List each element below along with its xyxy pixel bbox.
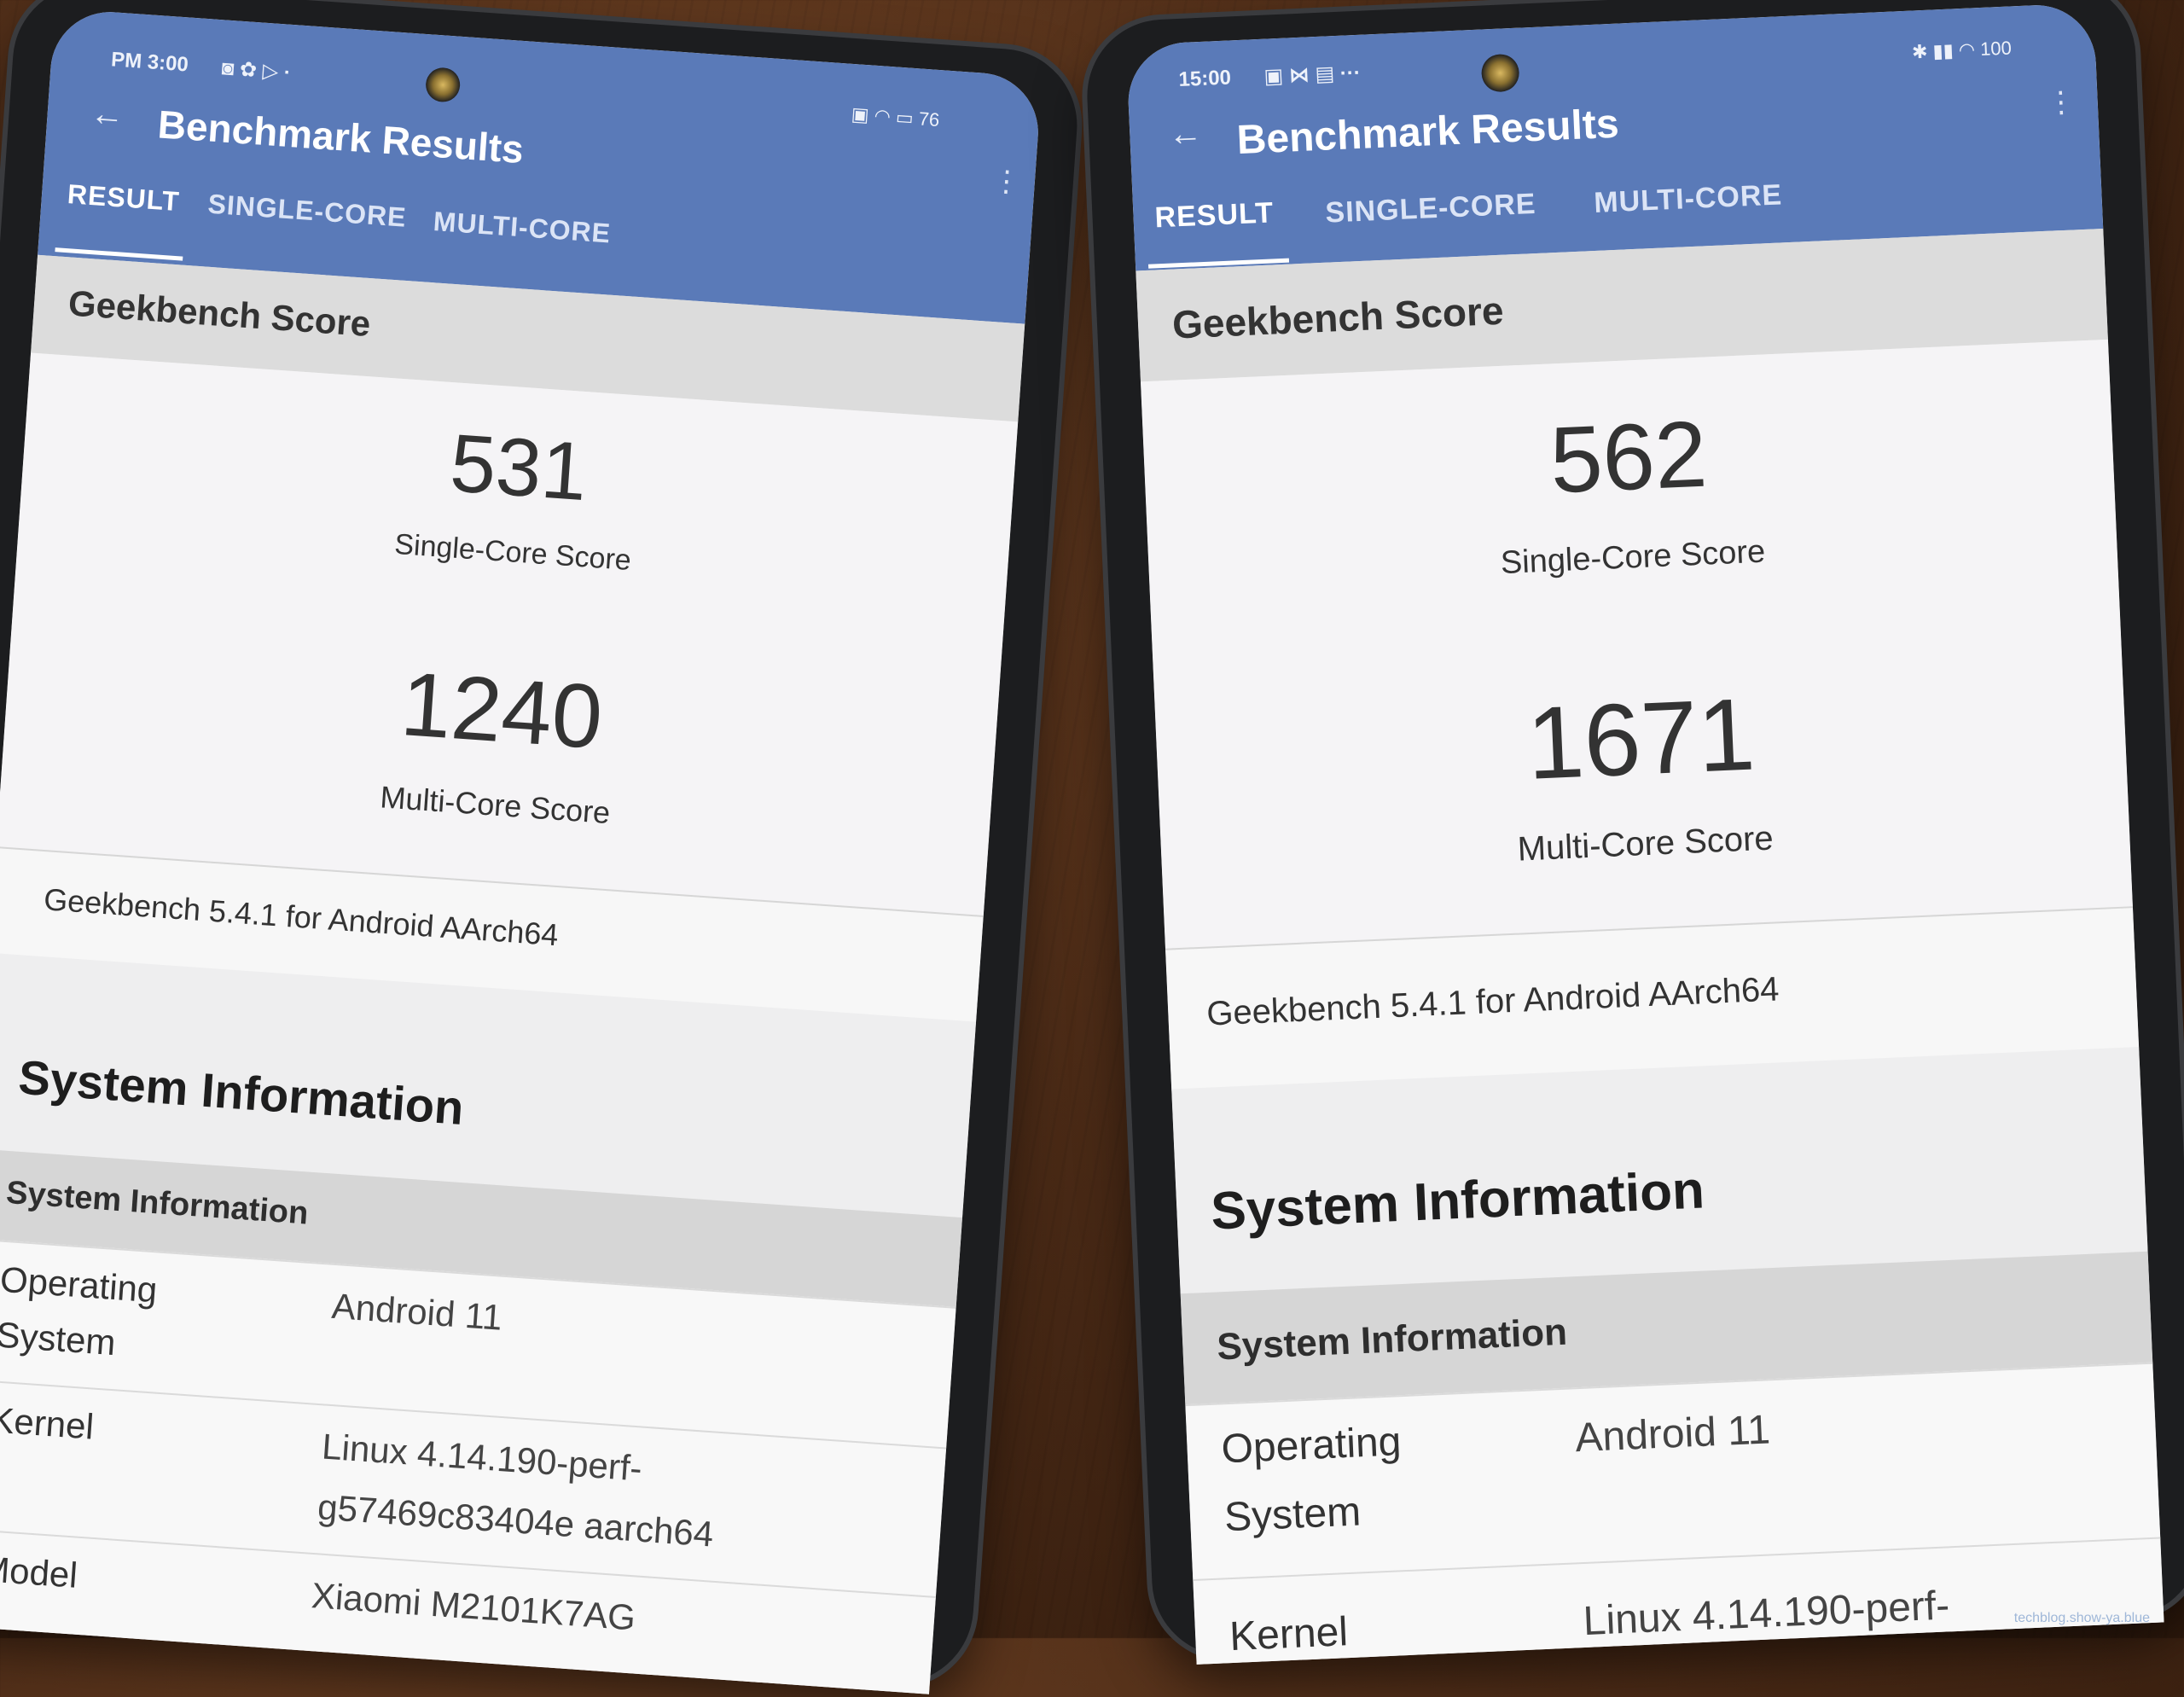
right-status-time: 15:00 (1178, 66, 1232, 92)
left-status-right: ▣ ◠ ▭ 76 (851, 102, 941, 131)
right-status-icons: ▣ ⋈ ▤ ··· (1263, 61, 1362, 89)
back-arrow-icon[interactable]: ← (89, 95, 125, 136)
system-information-block: System Information (1171, 1047, 2148, 1294)
right-battery-level: 100 (1979, 37, 2013, 61)
multi-core-label: Multi-Core Score (1516, 819, 1774, 869)
tab-multi-core[interactable]: MULTI-CORE (433, 206, 612, 249)
row-key: Model (0, 1548, 79, 1595)
overflow-menu-icon[interactable]: ⋮ (991, 164, 1023, 200)
row-key: Kernel (0, 1399, 96, 1447)
left-app-title: Benchmark Results (156, 102, 526, 172)
system-information-subheader-text: System Information (4, 1174, 310, 1232)
left-phone-screen: PM 3:00 ◙ ✿ ▷ · ▣ ◠ ▭ 76 ← Benchmark Res… (0, 8, 1043, 1694)
geekbench-version-text: Geekbench 5.4.1 for Android AArch64 (1205, 970, 1780, 1033)
tab-single-core[interactable]: SINGLE-CORE (206, 189, 408, 234)
geekbench-score-title: Geekbench Score (1170, 288, 1505, 347)
left-status-time: PM 3:00 (110, 48, 189, 77)
row-value: Linux 4.14.190-perf- (1582, 1583, 1951, 1645)
row-value: Android 11 (330, 1285, 504, 1338)
geekbench-score-title: Geekbench Score (67, 282, 372, 345)
system-information-subheader-text: System Information (1216, 1311, 1568, 1369)
score-card: 531 Single-Core Score 1240 Multi-Core Sc… (0, 352, 1019, 915)
right-status-right: ✱ ▮▮ ◠ 100 (1911, 37, 2013, 63)
row-key: Operating (0, 1258, 159, 1311)
right-app-bar: 15:00 ▣ ⋈ ▤ ··· ✱ ▮▮ ◠ 100 ← Benchmark R… (1125, 3, 2104, 271)
right-app-title: Benchmark Results (1235, 101, 1620, 164)
tab-result[interactable]: RESULT (1154, 196, 1275, 235)
row-value-line2: g57469c83404e aarch64 (316, 1486, 715, 1555)
system-information-title: System Information (1209, 1160, 1706, 1241)
row-value: Android 11 (1574, 1407, 1772, 1462)
geekbench-version-text: Geekbench 5.4.1 for Android AArch64 (43, 881, 560, 953)
tab-multi-core[interactable]: MULTI-CORE (1594, 178, 1783, 220)
multi-core-score: 1671 (1525, 677, 1757, 801)
tab-result[interactable]: RESULT (67, 178, 181, 218)
left-status-icons: ◙ ✿ ▷ · (220, 56, 292, 84)
watermark: techblog.show-ya.blue (2013, 1611, 2150, 1625)
tab-single-core[interactable]: SINGLE-CORE (1325, 188, 1537, 230)
left-front-camera (424, 67, 462, 103)
row-key: Operating (1220, 1419, 1403, 1473)
row-value: Linux 4.14.190-perf- (320, 1426, 644, 1489)
row-value: Xiaomi M2101K7AG (310, 1575, 637, 1638)
right-front-camera (1480, 53, 1520, 93)
system-information-title: System Information (16, 1049, 466, 1135)
back-arrow-icon[interactable]: ← (1167, 114, 1203, 154)
row-key-line2: System (1223, 1489, 1362, 1541)
score-card: 562 Single-Core Score 1671 Multi-Core Sc… (1140, 339, 2133, 949)
right-phone: 15:00 ▣ ⋈ ▤ ··· ✱ ▮▮ ◠ 100 ← Benchmark R… (1083, 0, 2184, 1665)
row-key: Kernel (1228, 1609, 1350, 1660)
overflow-menu-icon[interactable]: ⋮ (2046, 84, 2077, 119)
left-battery-level: 76 (917, 108, 941, 131)
single-core-score: 562 (1548, 401, 1710, 514)
right-phone-screen: 15:00 ▣ ⋈ ▤ ··· ✱ ▮▮ ◠ 100 ← Benchmark R… (1125, 3, 2164, 1665)
single-core-label: Single-Core Score (1500, 533, 1767, 582)
left-phone: PM 3:00 ◙ ✿ ▷ · ▣ ◠ ▭ 76 ← Benchmark Res… (0, 0, 1083, 1694)
row-key-line2: System (0, 1314, 118, 1363)
